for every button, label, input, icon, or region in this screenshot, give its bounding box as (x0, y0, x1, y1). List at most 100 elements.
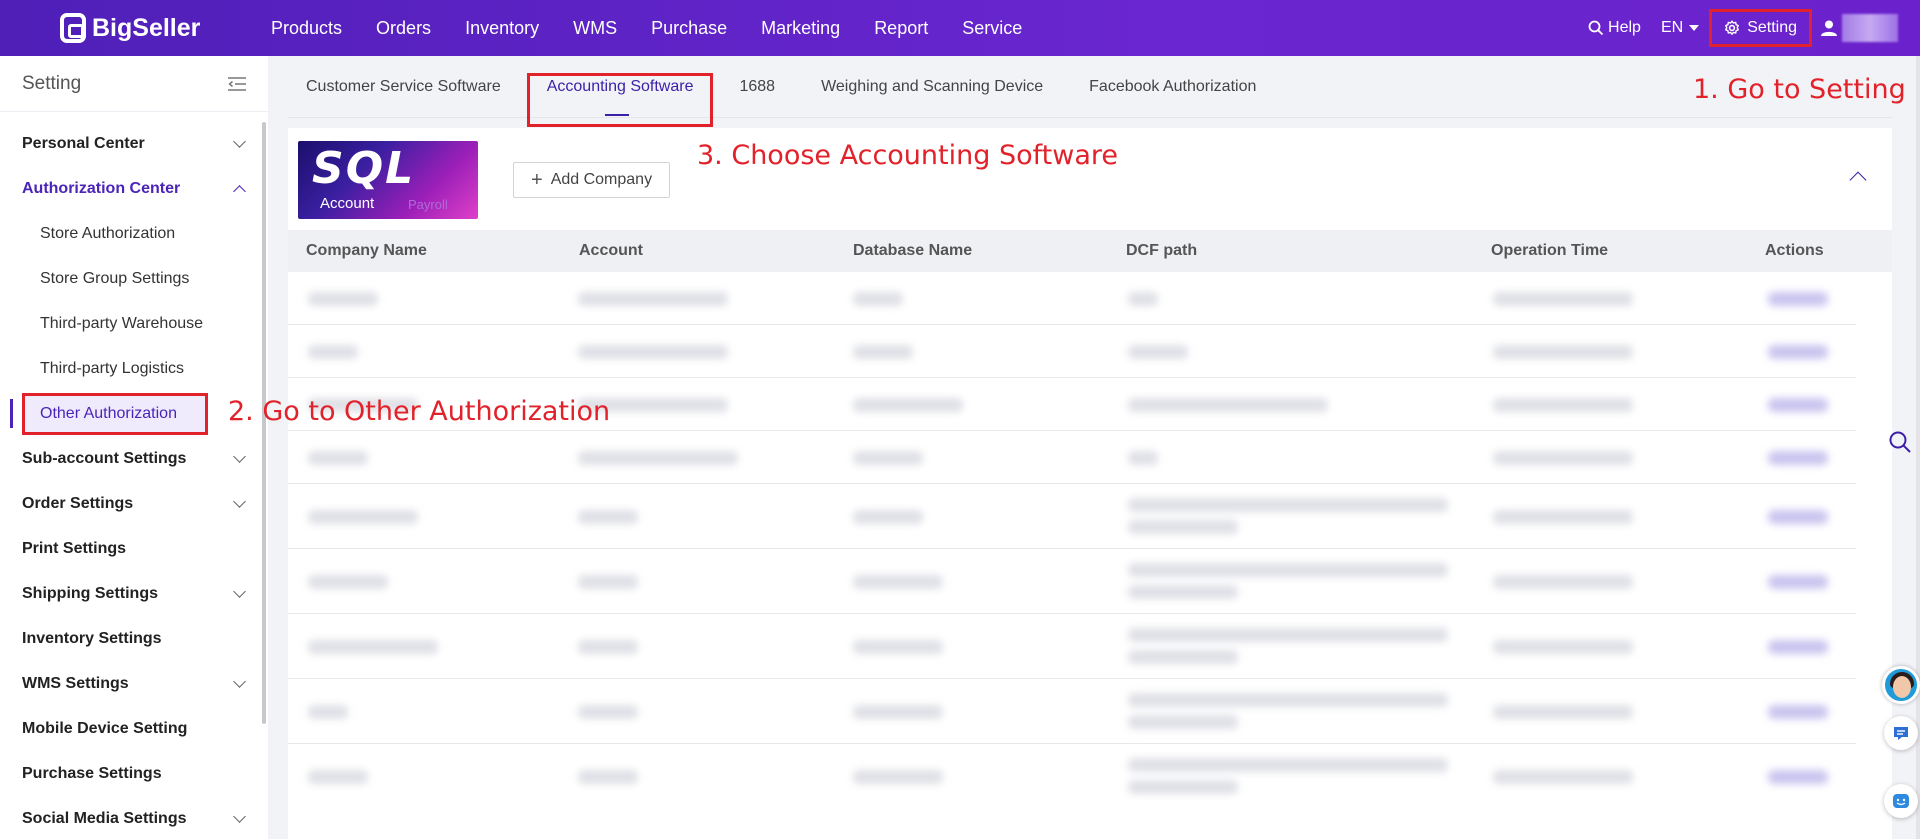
sidebar-item-store-authorization[interactable]: Store Authorization (0, 211, 268, 256)
main-content: Customer Service Software Accounting Sof… (288, 56, 1892, 839)
tab-1688[interactable]: 1688 (721, 56, 793, 118)
sidebar-item-personal-center[interactable]: Personal Center (0, 121, 268, 166)
table-row (288, 679, 1856, 744)
active-tab-indicator (605, 114, 629, 116)
search-icon (1588, 20, 1604, 36)
nav-marketing[interactable]: Marketing (761, 18, 840, 39)
sql-account-logo: SQL Account Payroll (298, 141, 478, 219)
cell-blurred (1128, 715, 1238, 729)
smile-icon (1893, 794, 1909, 808)
gear-icon (1725, 20, 1740, 35)
collapse-menu-icon[interactable] (228, 76, 246, 91)
column-dcf-path: DCF path (1126, 242, 1198, 259)
sidebar-item-mobile-device-setting[interactable]: Mobile Device Setting (0, 706, 268, 751)
tab-weighing-and-scanning-device[interactable]: Weighing and Scanning Device (803, 56, 1061, 118)
sidebar-item-authorization-center[interactable]: Authorization Center (0, 166, 268, 211)
cell-blurred (578, 345, 728, 359)
nav-report[interactable]: Report (874, 18, 928, 39)
setting-label: Setting (1747, 19, 1797, 36)
annotation-step-3: 3. Choose Accounting Software (697, 140, 1118, 171)
cell-blurred (1128, 498, 1448, 512)
sidebar-item-purchase-settings[interactable]: Purchase Settings (0, 751, 268, 796)
action-link-blurred[interactable] (1768, 292, 1828, 306)
chevron-down-icon (233, 449, 246, 463)
nav-inventory[interactable]: Inventory (465, 18, 539, 39)
plus-icon: + (531, 168, 543, 191)
cell-blurred (1493, 510, 1633, 524)
cell-blurred (1493, 640, 1633, 654)
table-row (288, 744, 1856, 809)
cell-blurred (1493, 398, 1633, 412)
sidebar-item-inventory-settings[interactable]: Inventory Settings (0, 616, 268, 661)
add-company-button[interactable]: + Add Company (513, 162, 671, 198)
nav-wms[interactable]: WMS (573, 18, 617, 39)
table-row (288, 272, 1856, 325)
cell-blurred (1128, 693, 1448, 707)
cell-blurred (578, 575, 638, 589)
support-agent-avatar[interactable] (1882, 666, 1920, 704)
chevron-down-icon (233, 674, 246, 688)
logo-subtext-2: Payroll (408, 197, 448, 212)
sidebar-item-sub-account-settings[interactable]: Sub-account Settings (0, 436, 268, 481)
action-link-blurred[interactable] (1768, 640, 1828, 654)
chevron-down-icon (233, 134, 246, 148)
action-link-blurred[interactable] (1768, 575, 1828, 589)
sidebar-title: Setting (22, 72, 82, 94)
nav-orders[interactable]: Orders (376, 18, 431, 39)
cell-blurred (1493, 292, 1633, 306)
cell-blurred (578, 770, 638, 784)
sidebar-item-third-party-logistics[interactable]: Third-party Logistics (0, 346, 268, 391)
sidebar-item-wms-settings[interactable]: WMS Settings (0, 661, 268, 706)
nav-purchase[interactable]: Purchase (651, 18, 727, 39)
tab-customer-service-software[interactable]: Customer Service Software (288, 56, 519, 118)
chat-button[interactable] (1884, 716, 1918, 750)
sidebar-item-third-party-warehouse[interactable]: Third-party Warehouse (0, 301, 268, 346)
sidebar-item-label: Shipping Settings (22, 584, 158, 602)
sidebar-item-store-group-settings[interactable]: Store Group Settings (0, 256, 268, 301)
feedback-button[interactable] (1884, 784, 1918, 818)
logo-text: SQL (312, 143, 416, 194)
tab-facebook-authorization[interactable]: Facebook Authorization (1071, 56, 1274, 118)
column-actions: Actions (1765, 242, 1824, 259)
action-link-blurred[interactable] (1768, 398, 1828, 412)
search-icon[interactable] (1888, 430, 1912, 454)
action-link-blurred[interactable] (1768, 705, 1828, 719)
cell-blurred (1128, 758, 1448, 772)
main-nav: Products Orders Inventory WMS Purchase M… (271, 0, 1056, 56)
nav-service[interactable]: Service (962, 18, 1022, 39)
logo-subtext: Account (320, 195, 375, 212)
table-row (288, 431, 1856, 484)
sidebar-item-order-settings[interactable]: Order Settings (0, 481, 268, 526)
sidebar-menu: Personal Center Authorization Center Sto… (0, 112, 268, 839)
cell-blurred (308, 770, 368, 784)
language-select[interactable]: EN (1661, 19, 1700, 37)
sidebar-header: Setting (0, 56, 268, 112)
action-link-blurred[interactable] (1768, 345, 1828, 359)
brand-name: BigSeller (92, 13, 201, 42)
table-body (288, 272, 1892, 839)
add-company-label: Add Company (550, 171, 653, 188)
cell-blurred (308, 705, 348, 719)
cell-blurred (853, 398, 963, 412)
sidebar-item-social-media-settings[interactable]: Social Media Settings (0, 796, 268, 839)
page-scrollbar[interactable] (1916, 56, 1920, 839)
cell-blurred (578, 705, 638, 719)
cell-blurred (853, 575, 943, 589)
chevron-up-icon[interactable] (1849, 171, 1867, 189)
action-link-blurred[interactable] (1768, 510, 1828, 524)
sidebar-item-print-settings[interactable]: Print Settings (0, 526, 268, 571)
cell-blurred (308, 510, 418, 524)
cell-blurred (578, 510, 638, 524)
cell-blurred (308, 345, 358, 359)
help-link[interactable]: Help (1588, 19, 1641, 37)
cell-blurred (308, 640, 438, 654)
nav-products[interactable]: Products (271, 18, 342, 39)
table-row (288, 484, 1856, 549)
chevron-up-icon (233, 184, 246, 198)
sidebar-item-shipping-settings[interactable]: Shipping Settings (0, 571, 268, 616)
sql-account-card: SQL Account Payroll + Add Company Compan… (288, 128, 1892, 839)
setting-button[interactable]: Setting (1709, 9, 1812, 47)
action-link-blurred[interactable] (1768, 451, 1828, 465)
bigseller-logo[interactable]: BigSeller (60, 13, 200, 43)
action-link-blurred[interactable] (1768, 770, 1828, 784)
